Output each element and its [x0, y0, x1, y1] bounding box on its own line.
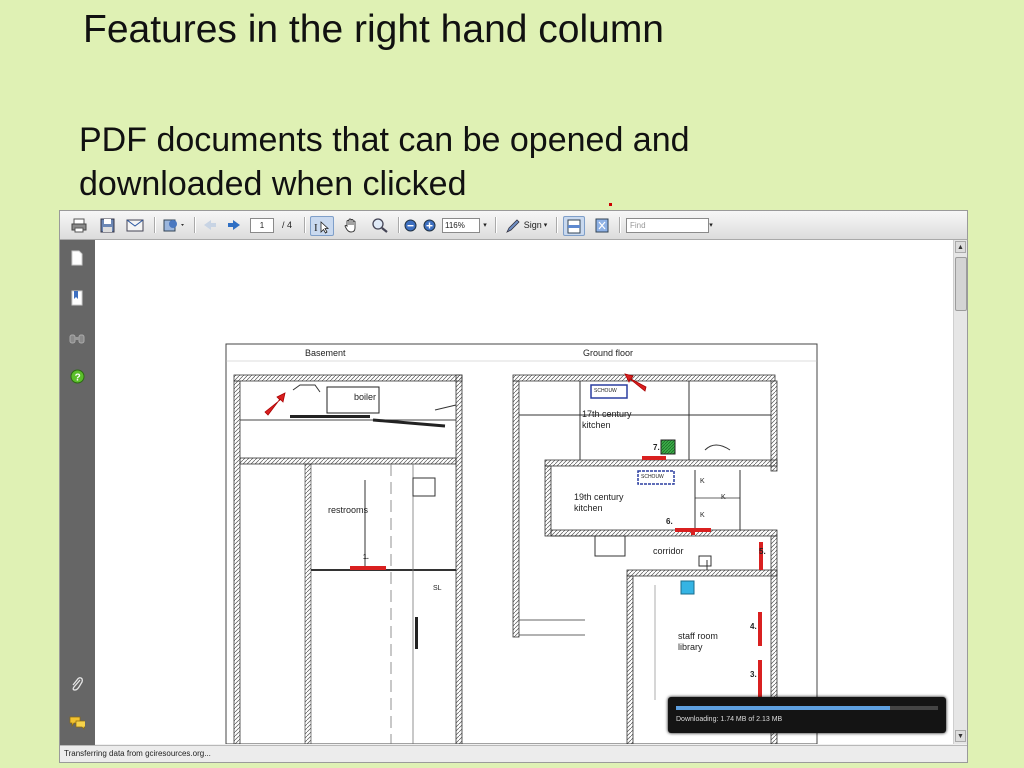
page-total: / 4 [281, 220, 292, 230]
fullscreen-icon [595, 218, 609, 232]
svg-text:?: ? [74, 372, 80, 383]
help-button[interactable]: ? [69, 368, 85, 384]
find-dropdown-icon[interactable]: ▾ [706, 216, 716, 234]
search-panel-button[interactable] [69, 330, 85, 346]
zoom-tool-icon [372, 218, 388, 233]
vertical-scrollbar[interactable]: ▲ ▼ [953, 240, 967, 744]
room-k-2: K [700, 512, 705, 519]
email-icon [126, 219, 144, 232]
room-sl: SL [433, 585, 442, 592]
download-progress-fill [676, 706, 891, 710]
red-mark [609, 203, 612, 206]
scroll-thumb[interactable] [955, 257, 967, 311]
scroll-down-icon[interactable]: ▼ [955, 730, 966, 742]
room-17th-century-kitchen: 17th century kitchen [582, 409, 632, 430]
page-number-input[interactable]: 1 [250, 216, 274, 234]
email-button[interactable] [124, 216, 146, 234]
status-bar: Transferring data from gciresources.org.… [60, 745, 967, 762]
room-corridor: corridor [653, 546, 684, 556]
download-progress-popup: Downloading: 1.74 MB of 2.13 MB [668, 697, 946, 733]
room-restrooms: restrooms [328, 505, 369, 515]
sign-button[interactable]: Sign ▾ [501, 216, 551, 234]
scroll-up-icon[interactable]: ▲ [955, 241, 966, 253]
sign-dropdown-icon: ▾ [543, 222, 548, 229]
find-input[interactable]: Find [626, 216, 709, 234]
room-staff-room-library: staff room library [678, 631, 718, 652]
next-page-icon [228, 220, 240, 230]
sign-label: Sign [523, 220, 542, 230]
bookmarks-panel-button[interactable] [69, 290, 85, 306]
fullscreen-button[interactable] [592, 216, 612, 234]
toolbar: 1 / 4 I 116% ▾ Sign ▾ Find ▾ [60, 211, 967, 240]
pages-icon [71, 250, 83, 266]
marker-3: 3. [750, 670, 757, 679]
hand-tool-button[interactable] [340, 216, 362, 234]
search-icon [69, 334, 85, 344]
document-page[interactable]: Basement Ground floor boiler restrooms S… [95, 240, 953, 744]
pages-panel-button[interactable] [69, 250, 85, 266]
room-boiler: boiler [354, 392, 377, 402]
schouw-label-2: SCHOUW [641, 474, 664, 480]
attachments-button[interactable] [69, 676, 85, 692]
slide-title: Features in the right hand column [83, 8, 665, 51]
marker-7: 7. [653, 443, 660, 452]
marker-5: 5. [759, 547, 766, 556]
fit-page-button[interactable] [563, 216, 585, 236]
zoom-in-button[interactable] [421, 216, 437, 234]
print-button[interactable] [69, 216, 89, 234]
svg-text:I: I [314, 222, 318, 234]
ground-floor-title: Ground floor [583, 348, 634, 358]
save-button[interactable] [97, 216, 117, 234]
zoom-out-icon [404, 219, 416, 231]
zoom-tool-button[interactable] [368, 216, 392, 234]
download-status-text: Downloading: 1.74 MB of 2.13 MB [676, 716, 783, 723]
zoom-in-icon [423, 219, 435, 231]
prev-page-icon [204, 220, 216, 230]
comments-button[interactable] [69, 714, 85, 730]
save-icon [100, 218, 114, 232]
room-k-3: K [721, 494, 726, 501]
pdf-viewer-window: 1 / 4 I 116% ▾ Sign ▾ Find ▾ ? Basement … [59, 210, 968, 763]
select-tool-button[interactable]: I [310, 216, 334, 236]
schouw-label-1: SCHOUW [594, 388, 617, 394]
room-19th-century-kitchen: 19th century kitchen [574, 492, 624, 513]
marker-6: 6. [666, 517, 673, 526]
marker-1: 1. [363, 554, 369, 561]
share-icon [163, 219, 184, 232]
hand-tool-icon [344, 218, 356, 233]
floor-plan-drawing [225, 343, 818, 744]
bookmarks-icon [71, 290, 83, 306]
share-button[interactable] [160, 216, 188, 234]
help-icon: ? [70, 369, 84, 383]
room-k-1: K [700, 478, 705, 485]
comments-icon [69, 716, 85, 730]
print-icon [71, 218, 87, 232]
next-page-button[interactable] [225, 216, 243, 234]
sign-icon [505, 218, 520, 233]
zoom-dropdown-icon[interactable]: ▾ [480, 216, 490, 234]
select-tool-icon: I [314, 220, 330, 234]
navigation-sidebar: ? [60, 240, 95, 745]
zoom-select[interactable]: 116% [442, 216, 480, 234]
basement-title: Basement [305, 348, 346, 358]
zoom-value: 116% [442, 217, 480, 233]
slide-subtitle: PDF documents that can be opened and dow… [79, 121, 690, 203]
download-progress-bar [676, 706, 938, 710]
page-number-value[interactable]: 1 [250, 217, 274, 233]
attachment-icon [72, 677, 83, 691]
fit-page-icon [567, 219, 581, 233]
marker-4: 4. [750, 622, 757, 631]
prev-page-button[interactable] [201, 216, 219, 234]
find-placeholder: Find [626, 217, 709, 233]
zoom-out-button[interactable] [402, 216, 418, 234]
